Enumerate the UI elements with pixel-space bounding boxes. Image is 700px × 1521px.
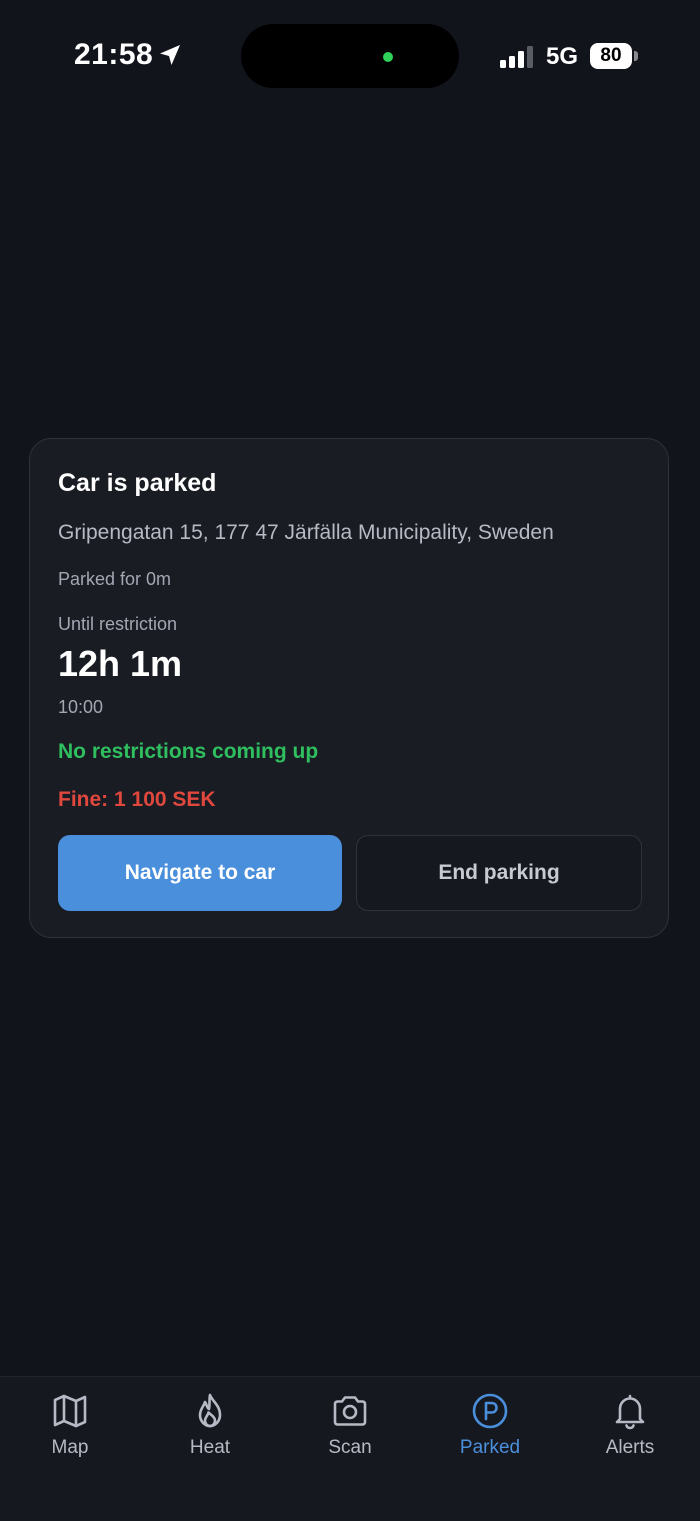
tab-heat[interactable]: Heat bbox=[150, 1391, 270, 1471]
tab-map[interactable]: Map bbox=[10, 1391, 130, 1471]
end-parking-button[interactable]: End parking bbox=[356, 835, 642, 911]
flame-icon bbox=[198, 1393, 222, 1428]
tab-parked[interactable]: Parked bbox=[430, 1391, 550, 1471]
restriction-time: 10:00 bbox=[58, 697, 104, 717]
status-time: 21:58 bbox=[74, 38, 154, 71]
network-type: 5G bbox=[546, 43, 579, 70]
camera-icon bbox=[333, 1396, 367, 1426]
fine-amount: Fine: 1 100 SEK bbox=[58, 788, 216, 811]
until-restriction-label: Until restriction bbox=[58, 614, 178, 634]
tab-label-scan: Scan bbox=[328, 1437, 372, 1458]
status-bar: 21:58 5G 80 bbox=[0, 0, 700, 112]
map-icon bbox=[53, 1394, 87, 1428]
parked-card: Car is parked Gripengatan 15, 177 47 Jär… bbox=[29, 438, 669, 938]
tab-label-alerts: Alerts bbox=[605, 1437, 655, 1458]
location-arrow-icon bbox=[160, 45, 180, 65]
battery-cap bbox=[634, 51, 638, 61]
parking-icon bbox=[472, 1393, 508, 1429]
tab-scan[interactable]: Scan bbox=[290, 1391, 410, 1471]
tab-label-parked: Parked bbox=[459, 1437, 521, 1458]
tab-label-map: Map bbox=[51, 1437, 89, 1458]
battery-icon: 80 bbox=[590, 43, 632, 69]
restriction-countdown: 12h 1m bbox=[58, 643, 183, 684]
parked-duration: Parked for 0m bbox=[58, 569, 172, 589]
tab-label-heat: Heat bbox=[189, 1437, 231, 1458]
restriction-status: No restrictions coming up bbox=[58, 740, 319, 763]
bell-icon bbox=[615, 1394, 645, 1430]
parking-address: Gripengatan 15, 177 47 Järfälla Municipa… bbox=[58, 521, 554, 544]
card-title: Car is parked bbox=[58, 469, 217, 497]
camera-indicator-dot bbox=[383, 52, 393, 62]
parked-screen: 21:58 5G 80 Car is parked Gripengatan 15… bbox=[0, 0, 700, 1521]
navigate-to-car-button[interactable]: Navigate to car bbox=[58, 835, 342, 911]
tab-alerts[interactable]: Alerts bbox=[570, 1391, 690, 1471]
cellular-signal-icon bbox=[500, 46, 533, 68]
tab-bar: Map Heat Scan Parked Alerts bbox=[0, 1376, 700, 1521]
dynamic-island bbox=[241, 24, 459, 88]
